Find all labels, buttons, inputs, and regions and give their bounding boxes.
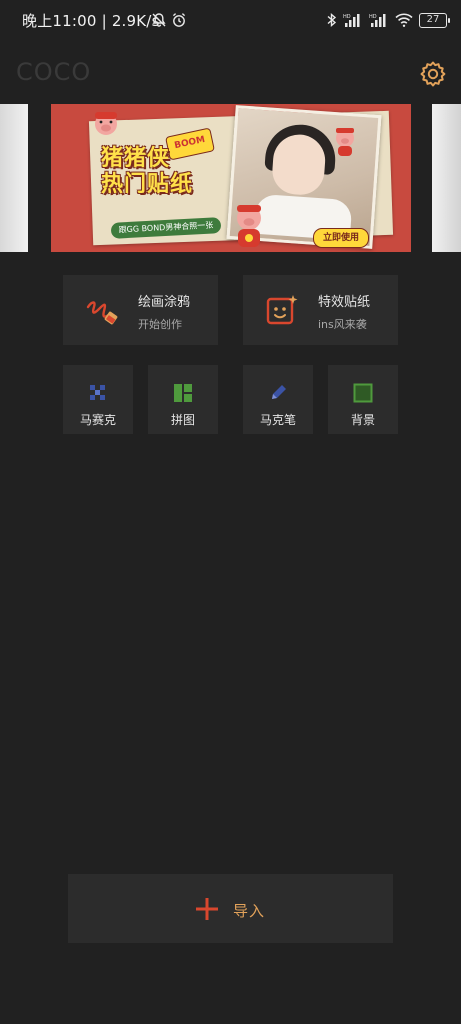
tool-mosaic[interactable]: 马赛克 xyxy=(63,365,133,434)
status-right-group: HD HD 27 xyxy=(327,11,450,29)
promo-banner[interactable]: BOOM 猪猪侠 热门贴纸 跟GG BOND男神合照一张 立即使用 xyxy=(51,104,411,252)
banner-cta-button[interactable]: 立即使用 xyxy=(313,228,369,248)
alarm-icon xyxy=(172,13,186,27)
collage-icon xyxy=(174,384,192,402)
tool-marker-label: 马克笔 xyxy=(259,413,296,427)
photo-face xyxy=(270,132,327,197)
settings-gear-icon[interactable] xyxy=(418,59,448,89)
marker-icon xyxy=(272,385,286,399)
draw-doodle-tile[interactable]: 绘画涂鸦 开始创作 xyxy=(63,275,218,345)
sticker-tile-title: 特效贴纸 xyxy=(318,295,371,310)
app-title: COCO xyxy=(16,58,92,86)
pig-mascot-bottom-icon xyxy=(237,205,261,247)
signal-hd-2-icon: HD xyxy=(369,14,386,27)
battery-level: 27 xyxy=(426,14,440,25)
bluetooth-icon xyxy=(327,12,337,28)
tool-background[interactable]: 背景 xyxy=(328,365,398,434)
mosaic-icon xyxy=(90,385,105,400)
plus-icon xyxy=(196,898,218,920)
svg-text:HD: HD xyxy=(369,14,377,20)
tool-collage-label: 拼图 xyxy=(170,413,195,427)
wifi-icon xyxy=(395,13,413,27)
status-time: 晚上11:00 | 2.9K/s xyxy=(22,12,160,30)
banner-title: 猪猪侠 热门贴纸 xyxy=(101,146,194,197)
tool-marker[interactable]: 马克笔 xyxy=(243,365,313,434)
draw-tile-title: 绘画涂鸦 xyxy=(138,295,191,310)
svg-text:HD: HD xyxy=(343,14,351,20)
tool-collage[interactable]: 拼图 xyxy=(148,365,218,434)
tool-mosaic-label: 马赛克 xyxy=(79,413,116,427)
import-label: 导入 xyxy=(233,902,266,920)
signal-hd-icon: HD xyxy=(343,14,360,27)
sticker-tile-subtitle: ins风来袭 xyxy=(318,318,367,331)
battery-indicator: 27 xyxy=(419,12,450,28)
mute-bell-icon xyxy=(152,13,166,27)
doodle-brush-icon xyxy=(86,301,118,325)
sticker-face-icon xyxy=(266,295,298,325)
import-button[interactable]: 导入 xyxy=(68,874,393,943)
tool-background-label: 背景 xyxy=(350,413,375,427)
background-icon xyxy=(353,383,373,403)
pig-mascot-icon xyxy=(95,112,117,135)
effect-sticker-tile[interactable]: 特效贴纸 ins风来袭 xyxy=(243,275,398,345)
pig-mascot-small-icon xyxy=(336,128,354,156)
draw-tile-subtitle: 开始创作 xyxy=(138,318,182,331)
carousel-prev-card[interactable] xyxy=(0,104,28,252)
carousel-next-card[interactable] xyxy=(432,104,461,252)
